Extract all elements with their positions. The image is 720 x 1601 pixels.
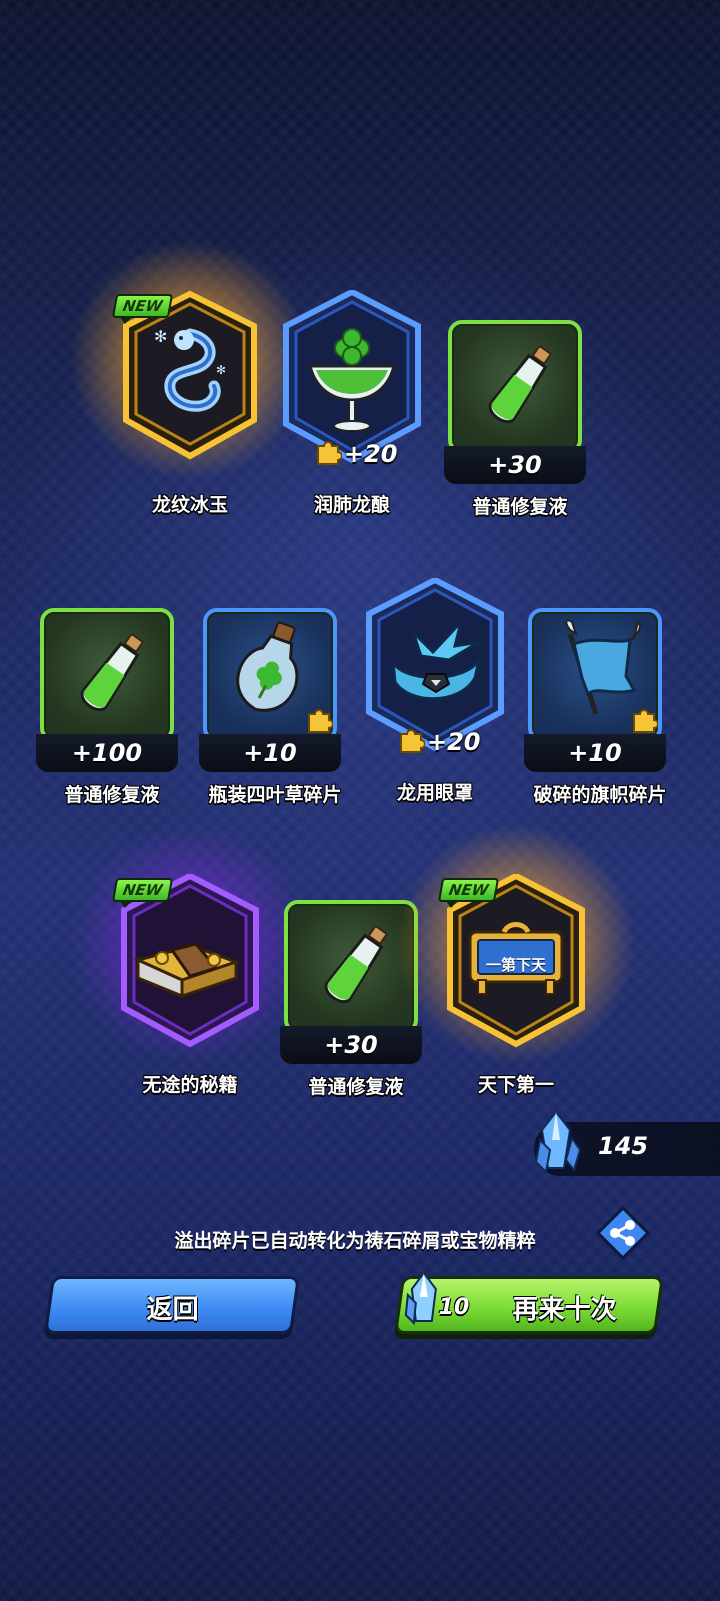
item-count: +20 bbox=[344, 440, 398, 468]
item-count: +20 bbox=[427, 728, 481, 756]
item-name: 无途的秘籍 bbox=[142, 1074, 238, 1096]
item-count: +100 bbox=[36, 734, 178, 772]
green-potion-icon bbox=[72, 624, 152, 728]
back-button[interactable]: 返回 bbox=[43, 1276, 301, 1334]
fragment-puzzle-icon bbox=[317, 441, 342, 465]
dragon-eyepatch-icon bbox=[383, 612, 487, 726]
crystal-count: 145 bbox=[598, 1132, 649, 1160]
ice-dragon-jade-icon: ✻ ✻ bbox=[150, 324, 230, 428]
blue-crystal-icon bbox=[534, 1110, 582, 1175]
item-name: 普通修复液 bbox=[308, 1076, 404, 1098]
clover-cocktail-icon bbox=[304, 326, 400, 440]
draw-ten-again-button[interactable]: 10 再来十次 bbox=[393, 1271, 665, 1334]
new-badge: NEW bbox=[111, 878, 174, 902]
overflow-notice: 溢出碎片已自动转化为祷石碎屑或宝物精粹 bbox=[174, 1230, 536, 1252]
new-badge: NEW bbox=[437, 878, 500, 902]
item-name: 普通修复液 bbox=[64, 784, 160, 806]
green-potion-icon bbox=[480, 336, 560, 440]
green-potion-icon bbox=[316, 916, 396, 1020]
item-count: +30 bbox=[280, 1026, 422, 1064]
fragment-puzzle-icon bbox=[308, 709, 333, 733]
draw-ten-again-label: 再来十次 bbox=[512, 1295, 617, 1325]
bottled-clover-icon bbox=[225, 616, 315, 730]
item-name: 天下第一 bbox=[477, 1074, 554, 1096]
draw-cost: 10 bbox=[438, 1295, 470, 1320]
item-name: 普通修复液 bbox=[472, 496, 568, 518]
fragment-puzzle-icon bbox=[633, 709, 658, 733]
item-name: 瓶装四叶草碎片 bbox=[208, 784, 342, 806]
item-name: 破碎的旗帜碎片 bbox=[533, 784, 667, 806]
fragment-puzzle-icon bbox=[400, 729, 425, 753]
back-button-label: 返回 bbox=[146, 1295, 199, 1325]
item-count: +30 bbox=[444, 446, 586, 484]
secret-book-icon bbox=[132, 920, 242, 1014]
item-count: +10 bbox=[524, 734, 666, 772]
crystal-currency-display: 145 bbox=[534, 1110, 720, 1176]
item-count: +10 bbox=[199, 734, 341, 772]
plaque-text: 一第下天 bbox=[485, 956, 546, 974]
share-button[interactable] bbox=[595, 1205, 651, 1261]
item-name: 龙用眼罩 bbox=[396, 782, 473, 804]
share-icon bbox=[595, 1205, 651, 1261]
new-badge: NEW bbox=[111, 294, 174, 318]
item-name: 润肺龙酿 bbox=[313, 494, 390, 516]
svg-text:✻: ✻ bbox=[154, 327, 167, 346]
item-name: 龙纹冰玉 bbox=[151, 494, 228, 516]
svg-text:✻: ✻ bbox=[216, 363, 226, 377]
